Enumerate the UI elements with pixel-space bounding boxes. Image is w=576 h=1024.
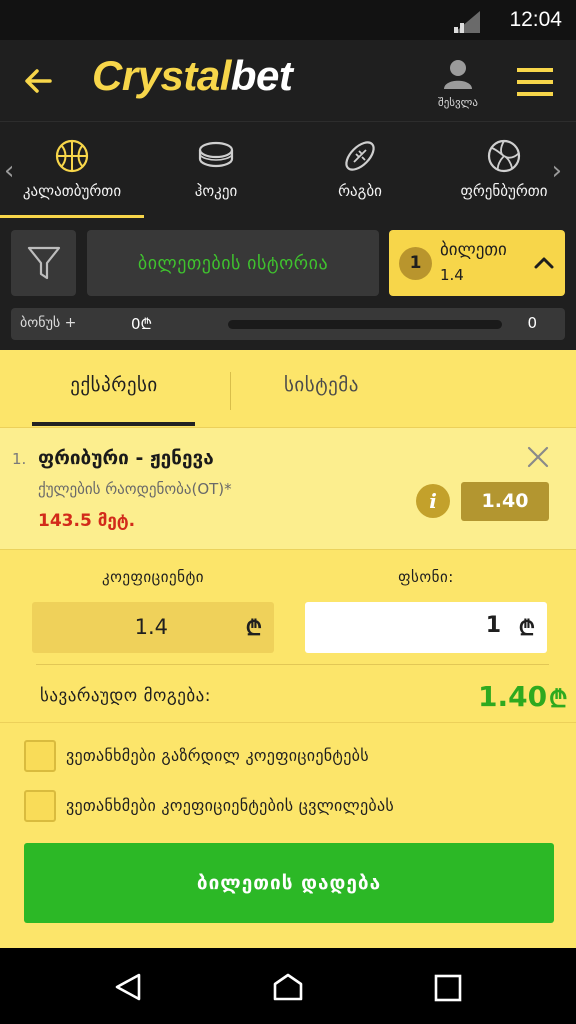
tab-system[interactable]: სისტემა xyxy=(232,350,576,426)
bet-selection-item: 1. ფრიბური - ჟენევა ქულების რაოდენობა(OT… xyxy=(0,428,576,550)
bonus-progress-value: 0 xyxy=(527,314,537,332)
accept-increased-odds-label: ვეთანხმები გაზრდილ კოეფიციენტებს xyxy=(66,746,369,765)
bonus-label: ბონუს + xyxy=(20,315,77,331)
bet-market: ქულების რაოდენობა(OT)* xyxy=(38,480,232,498)
sports-tabs: ‹ კალათბურთი ჰოკეი რაგბი ფრენბურთი › xyxy=(0,122,576,219)
accept-increased-odds-checkbox[interactable] xyxy=(24,740,56,772)
tab-express[interactable]: ექსპრესი xyxy=(0,350,228,426)
nav-home-icon[interactable] xyxy=(272,972,304,1002)
close-icon[interactable] xyxy=(527,446,549,468)
potential-win-value: 1.40 xyxy=(478,680,548,713)
tab-system-label: სისტემა xyxy=(284,374,359,396)
status-bar: 12:04 xyxy=(0,0,576,40)
betslip-toolbar: ბილეთების ისტორია 1 ბილეთი 1.4 ბონუს + 0… xyxy=(0,218,576,350)
login-label: შესვლა xyxy=(438,96,478,109)
tab-rugby-label: რაგბი xyxy=(338,182,382,200)
user-icon xyxy=(444,60,472,89)
tab-hockey-label: ჰოკეი xyxy=(194,182,238,200)
chevron-up-icon xyxy=(534,257,554,269)
logo-text-crystal: Crystal xyxy=(92,52,231,99)
potential-win-label: სავარაუდო მოგება: xyxy=(40,686,211,706)
chevron-right-icon[interactable]: › xyxy=(552,156,562,186)
tab-express-label: ექსპრესი xyxy=(70,374,158,396)
rugby-ball-icon xyxy=(345,141,375,171)
nav-recents-icon[interactable] xyxy=(434,974,462,1002)
hamburger-menu-icon[interactable] xyxy=(517,67,553,97)
bonus-amount: 0₾ xyxy=(131,315,153,333)
volleyball-icon xyxy=(487,139,521,173)
lari-currency-icon: ₾ xyxy=(549,685,568,713)
divider xyxy=(0,722,576,723)
active-slip-tab-indicator xyxy=(32,422,195,426)
bet-number: 1. xyxy=(12,450,27,468)
bonus-progress-bar: ბონუს + 0₾ 0 xyxy=(11,308,565,340)
tab-basketball[interactable]: კალათბურთი xyxy=(0,122,144,218)
nav-back-icon[interactable] xyxy=(114,972,142,1002)
coefficient-field: 1.4 ₾ xyxy=(32,602,274,653)
bet-pick: 143.5 მეტ. xyxy=(38,511,136,531)
ticket-history-button[interactable]: ბილეთების ისტორია xyxy=(87,230,379,296)
coefficient-value: 1.4 xyxy=(134,615,168,639)
accept-odds-changes-label: ვეთანხმები კოეფიციენტების ცვლილებას xyxy=(66,796,395,815)
basketball-icon xyxy=(55,139,89,173)
lari-currency-icon: ₾ xyxy=(245,616,262,640)
ticket-odds: 1.4 xyxy=(440,266,464,284)
funnel-icon xyxy=(27,246,60,280)
stake-value: 1 xyxy=(485,613,501,638)
bet-odds-badge: 1.40 xyxy=(461,482,549,521)
ticket-label: ბილეთი xyxy=(440,240,507,260)
divider xyxy=(36,664,549,665)
signal-icon xyxy=(454,11,480,33)
back-arrow-icon[interactable] xyxy=(22,65,54,97)
logo-text-bet: bet xyxy=(230,52,293,99)
lari-currency-icon: ₾ xyxy=(518,616,535,640)
tab-basketball-label: კალათბურთი xyxy=(22,182,122,200)
stake-input[interactable]: 1 ₾ xyxy=(305,602,547,653)
bet-match-name: ფრიბური - ჟენევა xyxy=(38,447,214,469)
app-header: Crystalbet შესვლა xyxy=(0,40,576,122)
bonus-progress-track xyxy=(228,320,502,329)
status-time: 12:04 xyxy=(509,8,562,31)
crystalbet-logo[interactable]: Crystalbet xyxy=(92,52,293,100)
login-button[interactable]: შესვლა xyxy=(432,58,484,109)
accept-odds-changes-checkbox[interactable] xyxy=(24,790,56,822)
filter-button[interactable] xyxy=(11,230,76,296)
place-bet-button[interactable]: ბილეთის დადება xyxy=(24,843,554,923)
tab-hockey[interactable]: ჰოკეი xyxy=(144,122,288,218)
ticket-toggle-button[interactable]: 1 ბილეთი 1.4 xyxy=(389,230,565,296)
stake-label: ფსონი: xyxy=(398,568,454,586)
hockey-puck-icon xyxy=(198,141,234,168)
coefficient-label: კოეფიციენტი xyxy=(101,568,205,586)
android-nav-bar xyxy=(0,948,576,1024)
tab-divider xyxy=(230,372,231,410)
betslip-panel: ექსპრესი სისტემა 1. ფრიბური - ჟენევა ქულ… xyxy=(0,350,576,948)
tab-rugby[interactable]: რაგბი xyxy=(288,122,432,218)
info-icon[interactable]: i xyxy=(416,484,450,518)
ticket-count-badge: 1 xyxy=(399,247,432,280)
